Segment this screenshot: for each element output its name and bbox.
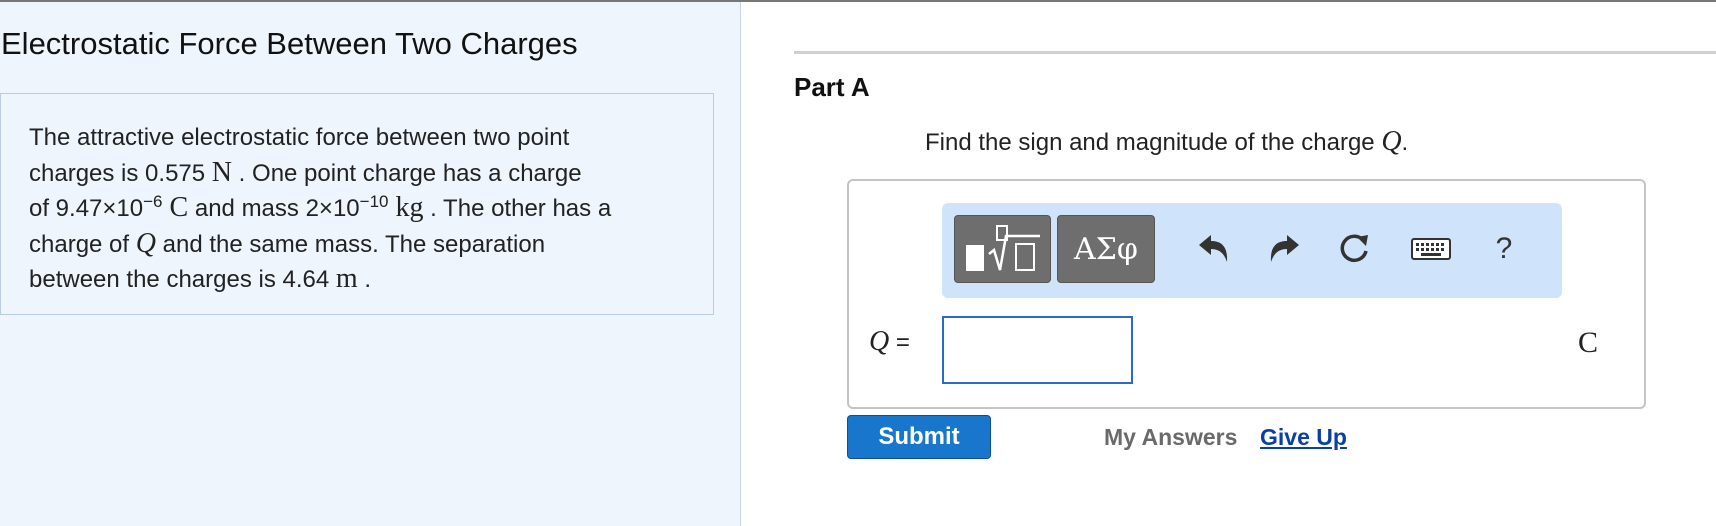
templates-button[interactable]	[954, 215, 1051, 283]
problem-line-5: between the charges is 4.64 m .	[29, 262, 699, 298]
help-button[interactable]: ?	[1482, 227, 1526, 271]
my-answers-link[interactable]: My Answers	[1104, 424, 1237, 451]
charge-variable: Q	[135, 227, 156, 259]
problem-text-segment: and the same mass. The separation	[155, 230, 546, 258]
give-up-link[interactable]: Give Up	[1260, 424, 1347, 451]
part-divider	[794, 51, 1716, 54]
problem-line-3: of 9.47×10−6 C and mass 2×10−10 kg . The…	[29, 191, 699, 227]
problem-text-segment: . One point charge has a charge	[232, 159, 582, 187]
charge-unit: C	[162, 192, 189, 223]
problem-line-4: charge of Q and the same mass. The separ…	[29, 227, 699, 263]
problem-text-segment: .	[357, 266, 371, 293]
redo-button[interactable]	[1262, 227, 1306, 271]
answer-variable: Q	[869, 326, 890, 357]
keyboard-button[interactable]	[1409, 227, 1453, 271]
problem-title: Electrostatic Force Between Two Charges	[1, 26, 578, 61]
answer-variable-label: Q =	[869, 326, 910, 358]
answer-panel: Part A Find the sign and magnitude of th…	[742, 2, 1716, 526]
problem-text-segment: charge of	[29, 230, 136, 258]
force-unit: N	[211, 156, 233, 188]
problem-text-segment: The attractive electrostatic force betwe…	[29, 124, 570, 151]
mass-exponent: −10	[359, 192, 389, 211]
equals-sign: =	[889, 329, 910, 356]
reset-icon	[1340, 234, 1368, 263]
problem-text-segment: charges is 0.575	[29, 159, 212, 187]
math-toolbar: ΑΣφ ?	[942, 203, 1562, 298]
greek-symbols-button[interactable]: ΑΣφ	[1057, 215, 1155, 283]
part-label: Part A	[794, 72, 870, 102]
problem-line-2: charges is 0.575 N . One point charge ha…	[29, 156, 699, 192]
question-segment: .	[1401, 129, 1409, 156]
submit-button[interactable]: Submit	[847, 415, 991, 459]
templates-icon	[965, 225, 1040, 271]
problem-statement: The attractive electrostatic force betwe…	[29, 121, 699, 298]
problem-text-segment: of 9.47×10	[29, 195, 144, 222]
keyboard-icon	[1411, 238, 1451, 260]
question-variable: Q	[1381, 126, 1402, 157]
problem-statement-box: The attractive electrostatic force betwe…	[0, 93, 714, 315]
charge-exponent: −6	[143, 192, 163, 211]
reset-button[interactable]	[1332, 227, 1376, 271]
undo-icon	[1199, 235, 1228, 262]
problem-text-segment: between the charges is 4.64	[29, 266, 336, 293]
answer-unit: C	[1578, 326, 1599, 359]
problem-line-1: The attractive electrostatic force betwe…	[29, 121, 699, 156]
answer-box: ΑΣφ ? Q = C	[847, 179, 1646, 409]
redo-icon	[1270, 235, 1299, 262]
problem-text-segment: . The other has a	[423, 195, 612, 222]
undo-button[interactable]	[1192, 227, 1236, 271]
question-text: Find the sign and magnitude of the charg…	[925, 126, 1408, 158]
distance-unit: m	[335, 263, 358, 294]
mass-unit: kg	[388, 192, 424, 223]
answer-input[interactable]	[942, 316, 1133, 384]
problem-text-segment: and mass 2×10	[188, 195, 360, 222]
problem-panel: Electrostatic Force Between Two Charges …	[0, 2, 741, 526]
question-segment: Find the sign and magnitude of the charg…	[925, 129, 1382, 156]
